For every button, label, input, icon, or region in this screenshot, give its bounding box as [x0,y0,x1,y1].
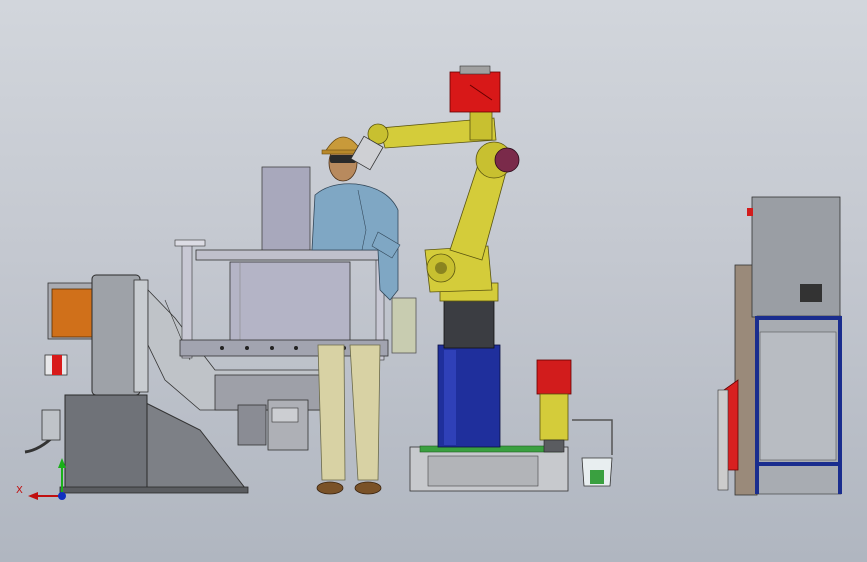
feeder-base-plate [59,486,249,494]
x-axis-arrow [28,492,38,500]
forearm-housing [469,109,493,141]
motor-bracket [267,399,309,451]
feeder-base-foot [139,399,247,489]
drum-flange [133,279,149,393]
red-gripper-motor [449,71,501,113]
pump-base [543,439,565,453]
cable-junction-box [41,409,61,441]
table-top-frame [195,249,385,261]
gripper-top-cap [459,65,491,75]
worker-right-shoe [354,481,382,495]
coordinate-triad[interactable] [28,458,66,500]
post-cap-left [174,239,206,247]
feeder-motor-red-band [52,355,62,375]
feeder-base-column [64,394,148,492]
right-cabinet-station[interactable] [717,196,842,496]
worker-right-leg [349,344,381,481]
cabinet-display [800,284,822,302]
drive-motor [237,404,267,446]
frame-middle-bar [755,462,842,466]
robot-upper-arm [449,164,507,261]
frame-top-bar [755,316,842,320]
elbow-motor [494,147,520,173]
pump-body [539,393,569,441]
cabinet-door[interactable] [759,331,837,461]
rotary-drum [229,261,351,345]
x-axis-label: X [16,485,23,496]
z-axis-dot [58,492,66,500]
pump-pipe [572,419,613,455]
cad-viewport[interactable]: X [0,0,867,562]
vertical-cylinder [261,166,311,258]
shoulder-motor-hub [435,262,447,274]
platform-housing [427,455,539,487]
beaker-liquid [590,470,604,484]
pedestal-highlight [444,350,456,445]
cabinet-indicator [747,208,753,216]
side-rail [717,389,729,491]
control-box-panel [391,297,417,354]
bracket-plate [271,407,299,423]
worker-left-leg [317,344,346,481]
upper-grey-cabinet [751,196,841,318]
frame-left-post [755,316,759,494]
pump-motor [536,359,572,395]
frame-right-post [838,316,842,494]
robot-base-joint [443,299,495,349]
assembly-scene[interactable] [0,0,867,562]
feeder-drum [91,274,141,396]
orange-hopper-panel [51,288,97,338]
worker-left-shoe [316,481,344,495]
